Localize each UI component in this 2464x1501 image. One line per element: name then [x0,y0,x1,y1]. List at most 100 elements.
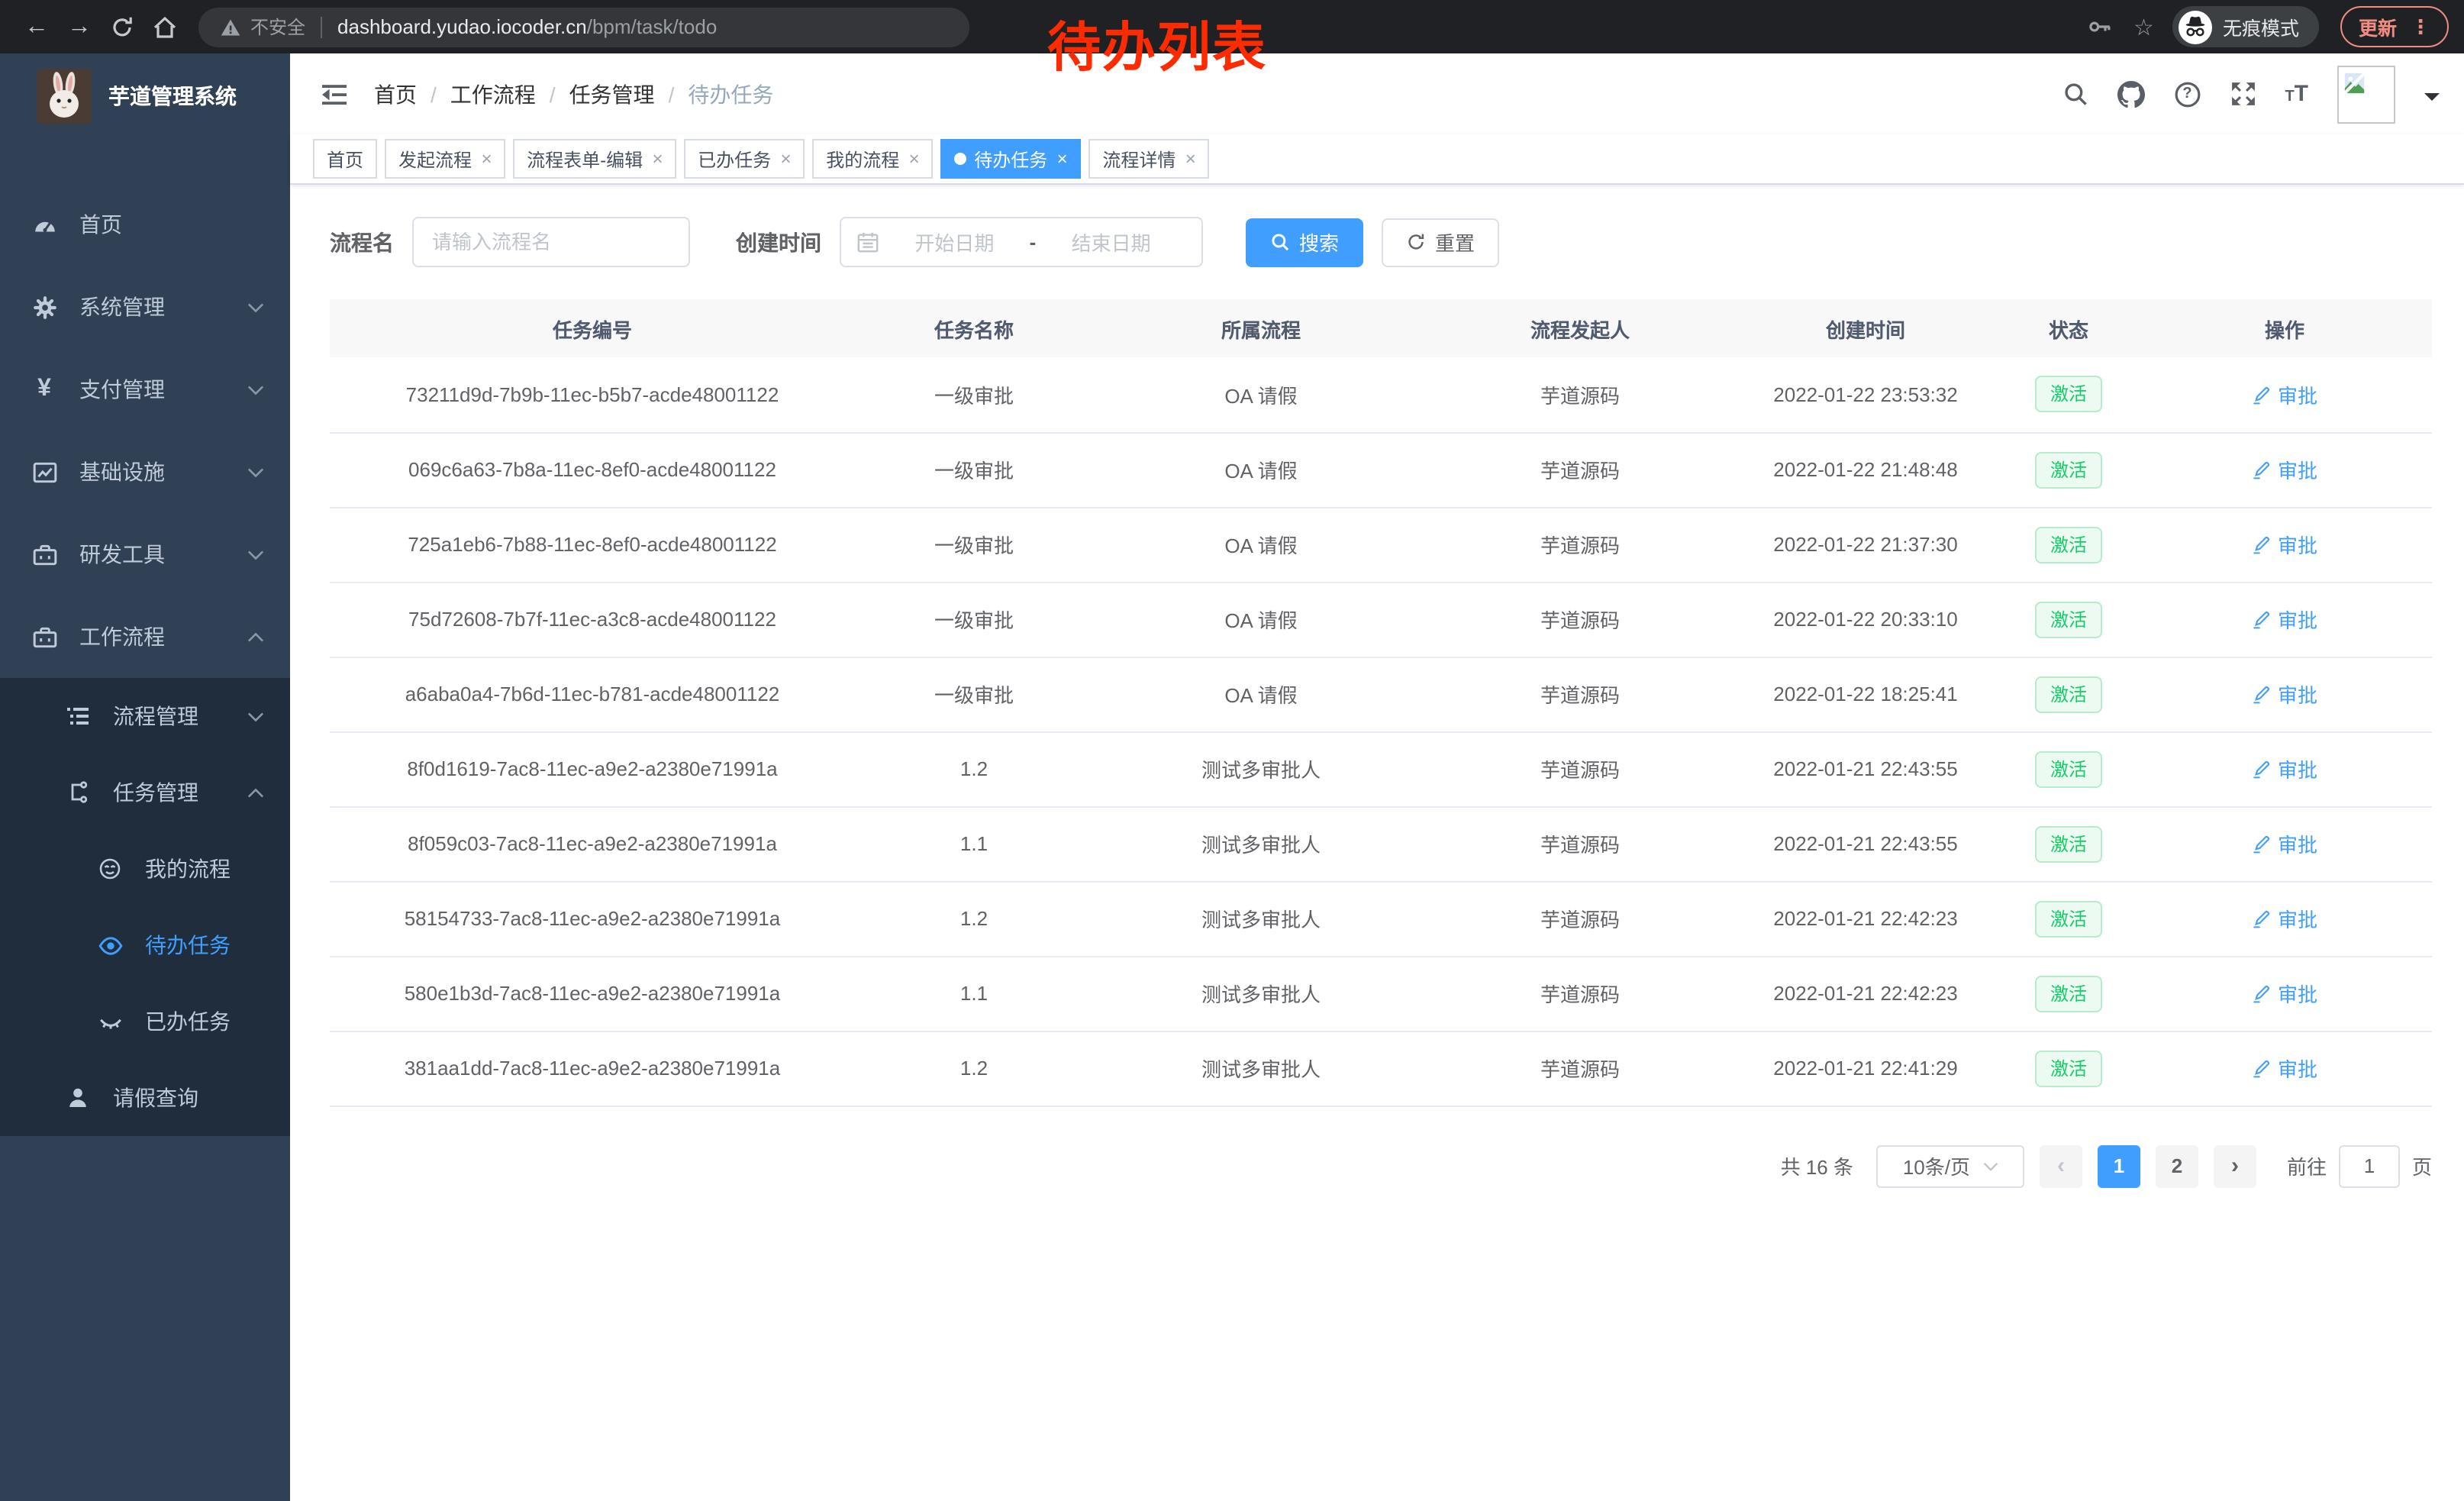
breadcrumb-item[interactable]: 任务管理 [569,79,655,109]
incognito-label: 无痕模式 [2223,12,2299,41]
tab-label: 已办任务 [698,146,771,172]
breadcrumb-item[interactable]: 首页 [374,79,417,109]
address-bar[interactable]: 不安全 dashboard.yudao.iocoder.cn/bpm/task/… [198,7,969,47]
page-size-select[interactable]: 10条/页 [1876,1144,2024,1187]
approve-link[interactable]: 审批 [2252,679,2317,709]
cell-task-name: 一级审批 [855,507,1093,582]
sidebar-item-todo-tasks[interactable]: 待办任务 [0,907,290,983]
next-page-button[interactable]: › [2214,1144,2256,1187]
approve-link[interactable]: 审批 [2252,530,2317,559]
page-number-button[interactable]: 1 [2098,1144,2140,1187]
date-range-picker[interactable]: 开始日期 - 结束日期 [840,217,1203,267]
cell-status: 激活 [2000,806,2137,881]
github-icon[interactable] [2117,80,2144,108]
help-icon[interactable]: ? [2173,80,2201,108]
browser-back-icon[interactable]: ← [15,13,58,40]
page-number-button[interactable]: 2 [2156,1144,2198,1187]
browser-menu-dots-icon[interactable]: ⋮ [2411,15,2430,39]
cell-task-id: 580e1b3d-7ac8-11ec-a9e2-a2380e71991a [330,956,855,1031]
column-header-process: 所属流程 [1093,299,1429,357]
cell-starter: 芋道源码 [1429,881,1731,956]
incognito-badge: 无痕模式 [2172,6,2319,47]
close-icon[interactable]: × [780,148,791,169]
prev-page-button[interactable]: ‹ [2040,1144,2082,1187]
approve-link[interactable]: 审批 [2252,829,2317,858]
reset-button[interactable]: 重置 [1382,218,1499,266]
browser-home-icon[interactable] [144,15,186,39]
approve-link[interactable]: 审批 [2252,380,2317,409]
avatar-caret-icon[interactable] [2424,92,2440,108]
close-icon[interactable]: × [481,148,492,169]
approve-link-label: 审批 [2278,1054,2317,1083]
app-logo-row[interactable]: 芋道管理系统 [0,53,290,137]
status-badge: 激活 [2035,975,2102,1012]
status-badge: 激活 [2035,451,2102,488]
close-icon[interactable]: × [652,148,663,169]
sidebar-item-home[interactable]: 首页 [0,183,290,266]
approve-link[interactable]: 审批 [2252,754,2317,783]
cell-status: 激活 [2000,432,2137,507]
cell-create-time: 2022-01-22 18:25:41 [1731,657,2000,731]
view-tab[interactable]: 流程详情 × [1088,139,1209,179]
browser-reload-icon[interactable] [101,15,144,39]
process-name-input[interactable] [412,217,690,267]
avatar[interactable] [2337,65,2395,123]
goto-page-input[interactable] [2339,1144,2400,1187]
view-tab[interactable]: 流程表单-编辑 × [513,139,676,179]
browser-update-button[interactable]: 更新 ⋮ [2340,6,2449,47]
cell-status: 激活 [2000,956,2137,1031]
breadcrumb: 首页 / 工作流程 / 任务管理 / 待办任务 [374,79,773,109]
cell-status: 激活 [2000,507,2137,582]
sidebar-item-dev-tools[interactable]: 研发工具 [0,513,290,596]
sidebar-item-my-processes[interactable]: 我的流程 [0,831,290,907]
search-icon[interactable] [2062,81,2088,107]
sidebar-fold-icon[interactable] [314,76,354,112]
close-icon[interactable]: × [1056,148,1067,169]
edit-pencil-icon [2252,385,2272,405]
close-icon[interactable]: × [908,148,919,169]
sidebar-item-system[interactable]: 系统管理 [0,266,290,348]
approve-link[interactable]: 审批 [2252,979,2317,1008]
sidebar-item-infrastructure[interactable]: 基础设施 [0,431,290,513]
close-icon[interactable]: × [1185,148,1195,169]
search-button-label: 搜索 [1299,228,1339,257]
cell-process: OA 请假 [1093,357,1429,432]
password-key-icon[interactable] [2086,14,2112,40]
cell-task-id: 8f0d1619-7ac8-11ec-a9e2-a2380e71991a [330,731,855,806]
approve-link-label: 审批 [2278,455,2317,484]
table-row: 73211d9d-7b9b-11ec-b5b7-acde48001122 一级审… [330,357,2432,432]
approve-link[interactable]: 审批 [2252,904,2317,933]
chevron-down-icon [247,302,264,312]
chevron-down-icon [247,549,264,560]
view-tab[interactable]: 待办任务 × [940,139,1081,179]
bookmark-star-icon[interactable]: ☆ [2133,13,2154,40]
approve-link[interactable]: 审批 [2252,605,2317,634]
cell-starter: 芋道源码 [1429,432,1731,507]
cell-task-id: 725a1eb6-7b88-11ec-8ef0-acde48001122 [330,507,855,582]
view-tab[interactable]: 我的流程 × [812,139,933,179]
browser-forward-icon[interactable]: → [58,13,101,40]
sidebar-item-workflow[interactable]: 工作流程 [0,596,290,678]
breadcrumb-item[interactable]: 工作流程 [450,79,536,109]
cell-status: 激活 [2000,582,2137,657]
sidebar-item-payment[interactable]: ¥ 支付管理 [0,348,290,431]
chevron-up-icon [247,787,264,798]
view-tab[interactable]: 首页 × [313,139,377,179]
sidebar-item-task-management[interactable]: 任务管理 [0,754,290,831]
search-button[interactable]: 搜索 [1246,218,1363,266]
font-size-icon[interactable]: TT [2285,82,2308,105]
fullscreen-icon[interactable] [2230,81,2256,107]
app-shell: 芋道管理系统 首页 系统管理 ¥ 支付管理 [0,53,2464,1501]
reset-button-label: 重置 [1435,228,1475,257]
tab-label: 首页 [327,146,363,172]
url-path: /bpm/task/todo [587,15,718,38]
sidebar-item-leave-query[interactable]: 请假查询 [0,1060,290,1136]
view-tab[interactable]: 发起流程 × [385,139,505,179]
approve-link[interactable]: 审批 [2252,1054,2317,1083]
pagination-total: 共 16 条 [1781,1151,1853,1180]
view-tab[interactable]: 已办任务 × [684,139,805,179]
security-label: 不安全 [250,14,305,40]
sidebar-item-process-management[interactable]: 流程管理 [0,678,290,754]
sidebar-item-done-tasks[interactable]: 已办任务 [0,983,290,1060]
approve-link[interactable]: 审批 [2252,455,2317,484]
